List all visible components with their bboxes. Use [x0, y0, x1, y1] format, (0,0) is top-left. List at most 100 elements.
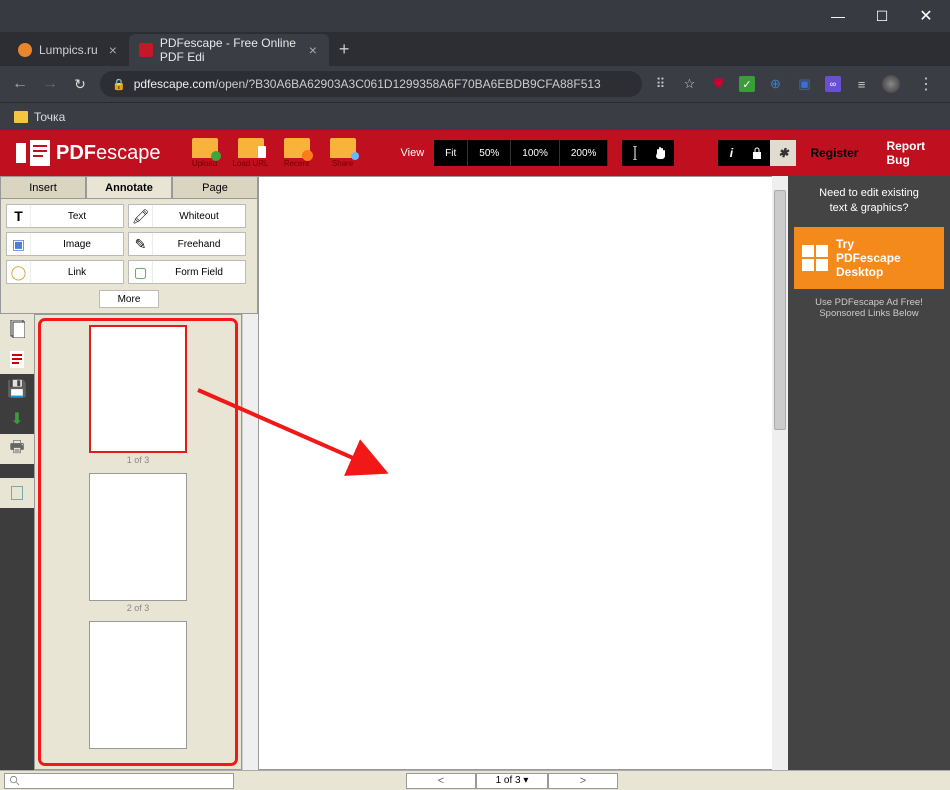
new-tab-button[interactable]: +	[329, 39, 360, 60]
register-link[interactable]: Register	[796, 130, 872, 176]
translate-icon[interactable]: ⠿	[652, 76, 669, 93]
avatar-icon[interactable]	[882, 75, 900, 93]
formfield-icon: ▢	[129, 261, 153, 283]
blank-icon[interactable]	[0, 478, 34, 508]
thumbnail-page	[89, 325, 187, 453]
browser-tab-bar: Lumpics.ru × PDFescape - Free Online PDF…	[0, 32, 950, 66]
window-titlebar: — ☐ ✕	[0, 0, 950, 32]
search-input[interactable]	[4, 773, 234, 789]
scrollbar-thumb[interactable]	[774, 190, 786, 430]
tab-title: Lumpics.ru	[39, 43, 98, 57]
window-maximize[interactable]: ☐	[860, 2, 904, 30]
folder-share-icon	[330, 138, 356, 158]
ad-icon[interactable]: ∞	[825, 76, 841, 92]
reload-button[interactable]: ↻	[70, 76, 90, 93]
zoom-fit[interactable]: Fit	[434, 140, 468, 166]
thumbnail-3[interactable]	[41, 621, 235, 749]
windows-icon	[802, 245, 828, 271]
load-url-button[interactable]: Load URL	[229, 133, 273, 173]
desktop-cta[interactable]: TryPDFescapeDesktop	[794, 227, 944, 289]
text-cursor-button[interactable]	[622, 140, 648, 166]
print-icon[interactable]: 🖶	[0, 434, 34, 464]
star-icon[interactable]: ☆	[681, 76, 698, 93]
page-selector[interactable]: 1 of 3 ▾	[476, 773, 548, 789]
upload-button[interactable]: Upload	[183, 133, 227, 173]
whiteout-tool[interactable]: 🖍Whiteout	[128, 204, 246, 228]
folder-upload-icon	[192, 138, 218, 158]
tab-page[interactable]: Page	[172, 176, 258, 198]
thumbnail-area: 💾 ⬇ 🖶 1 of 3 2 of 3	[0, 314, 258, 770]
pages-icon[interactable]	[0, 314, 34, 344]
settings-button[interactable]: ✱	[770, 140, 796, 166]
close-icon[interactable]: ×	[109, 42, 117, 58]
lock-icon: 🔒	[112, 78, 126, 91]
extension-icons: ⠿ ☆ ⛊ ✓ ⊕ ▣ ∞ ≡ ⋮	[652, 74, 940, 94]
image-icon: ▣	[7, 233, 31, 255]
thumbnail-label: 2 of 3	[41, 601, 235, 615]
prev-page-button[interactable]: <	[406, 773, 476, 789]
right-panel: Need to edit existingtext & graphics? Tr…	[788, 176, 950, 770]
view-label: View	[391, 147, 435, 159]
tab-insert[interactable]: Insert	[0, 176, 86, 198]
canvas-scrollbar[interactable]	[772, 176, 788, 770]
zoom-200[interactable]: 200%	[560, 140, 609, 166]
share-button[interactable]: Share	[321, 133, 365, 173]
hand-cursor-button[interactable]	[648, 140, 674, 166]
logo-icon	[16, 140, 50, 166]
tab-annotate[interactable]: Annotate	[86, 176, 172, 198]
info-button[interactable]: i	[718, 140, 744, 166]
text-icon: T	[7, 205, 31, 227]
list-icon[interactable]: ≡	[853, 76, 870, 93]
text-tool[interactable]: TText	[6, 204, 124, 228]
close-icon[interactable]: ×	[309, 42, 317, 58]
canvas-area	[258, 176, 788, 770]
browser-tab-lumpics[interactable]: Lumpics.ru ×	[8, 34, 129, 66]
thumbnail-page	[89, 473, 187, 601]
url-text: pdfescape.com/open/?B30A6BA62903A3C061D1…	[134, 77, 601, 91]
thumbnail-1[interactable]: 1 of 3	[41, 325, 235, 467]
window-close[interactable]: ✕	[904, 2, 948, 30]
lock-button[interactable]	[744, 140, 770, 166]
favicon-pdfescape	[139, 43, 153, 57]
thumbnail-label: 1 of 3	[41, 453, 235, 467]
box-icon[interactable]: ▣	[796, 76, 813, 93]
bookmark-bar: Точка	[0, 102, 950, 130]
report-bug-link[interactable]: Report Bug	[872, 130, 950, 176]
logo[interactable]: PDFescape	[0, 130, 177, 176]
browser-tab-pdfescape[interactable]: PDFescape - Free Online PDF Edi ×	[129, 34, 329, 66]
pdf-page[interactable]	[259, 177, 772, 769]
thumbnail-2[interactable]: 2 of 3	[41, 473, 235, 615]
address-bar: ← → ↻ 🔒 pdfescape.com/open/?B30A6BA62903…	[0, 66, 950, 102]
thumbnail-list[interactable]: 1 of 3 2 of 3	[34, 314, 242, 770]
formfield-tool[interactable]: ▢Form Field	[128, 260, 246, 284]
check-icon[interactable]: ✓	[739, 76, 755, 92]
thumbnail-scrollbar[interactable]	[242, 314, 258, 770]
browser-menu[interactable]: ⋮	[912, 74, 940, 94]
more-button[interactable]: More	[99, 290, 159, 308]
app-main: Insert Annotate Page TText 🖍Whiteout ▣Im…	[0, 176, 950, 770]
ublock-icon[interactable]: ⛊	[710, 76, 727, 93]
next-page-button[interactable]: >	[548, 773, 618, 789]
whiteout-icon: 🖍	[129, 205, 153, 227]
save-icon[interactable]: 💾	[0, 374, 34, 404]
logo-text: PDFescape	[56, 142, 161, 165]
back-button[interactable]: ←	[10, 75, 30, 93]
recent-button[interactable]: Recent	[275, 133, 319, 173]
globe-icon[interactable]: ⊕	[767, 76, 784, 93]
promo-text: Need to edit existingtext & graphics?	[788, 176, 950, 227]
bookmark-item[interactable]: Точка	[34, 110, 65, 124]
zoom-50[interactable]: 50%	[468, 140, 511, 166]
link-tool[interactable]: ◯Link	[6, 260, 124, 284]
download-icon[interactable]: ⬇	[0, 404, 34, 434]
promo-sub: Use PDFescape Ad Free!Sponsored Links Be…	[788, 289, 950, 327]
freehand-tool[interactable]: ✎Freehand	[128, 232, 246, 256]
page-icon[interactable]	[0, 344, 34, 374]
thumbnail-page	[89, 621, 187, 749]
side-icons: 💾 ⬇ 🖶	[0, 314, 34, 770]
left-column: Insert Annotate Page TText 🖍Whiteout ▣Im…	[0, 176, 258, 770]
tab-title: PDFescape - Free Online PDF Edi	[160, 36, 298, 64]
image-tool[interactable]: ▣Image	[6, 232, 124, 256]
zoom-100[interactable]: 100%	[511, 140, 560, 166]
window-minimize[interactable]: —	[816, 2, 860, 30]
url-input[interactable]: 🔒 pdfescape.com/open/?B30A6BA62903A3C061…	[100, 71, 642, 97]
